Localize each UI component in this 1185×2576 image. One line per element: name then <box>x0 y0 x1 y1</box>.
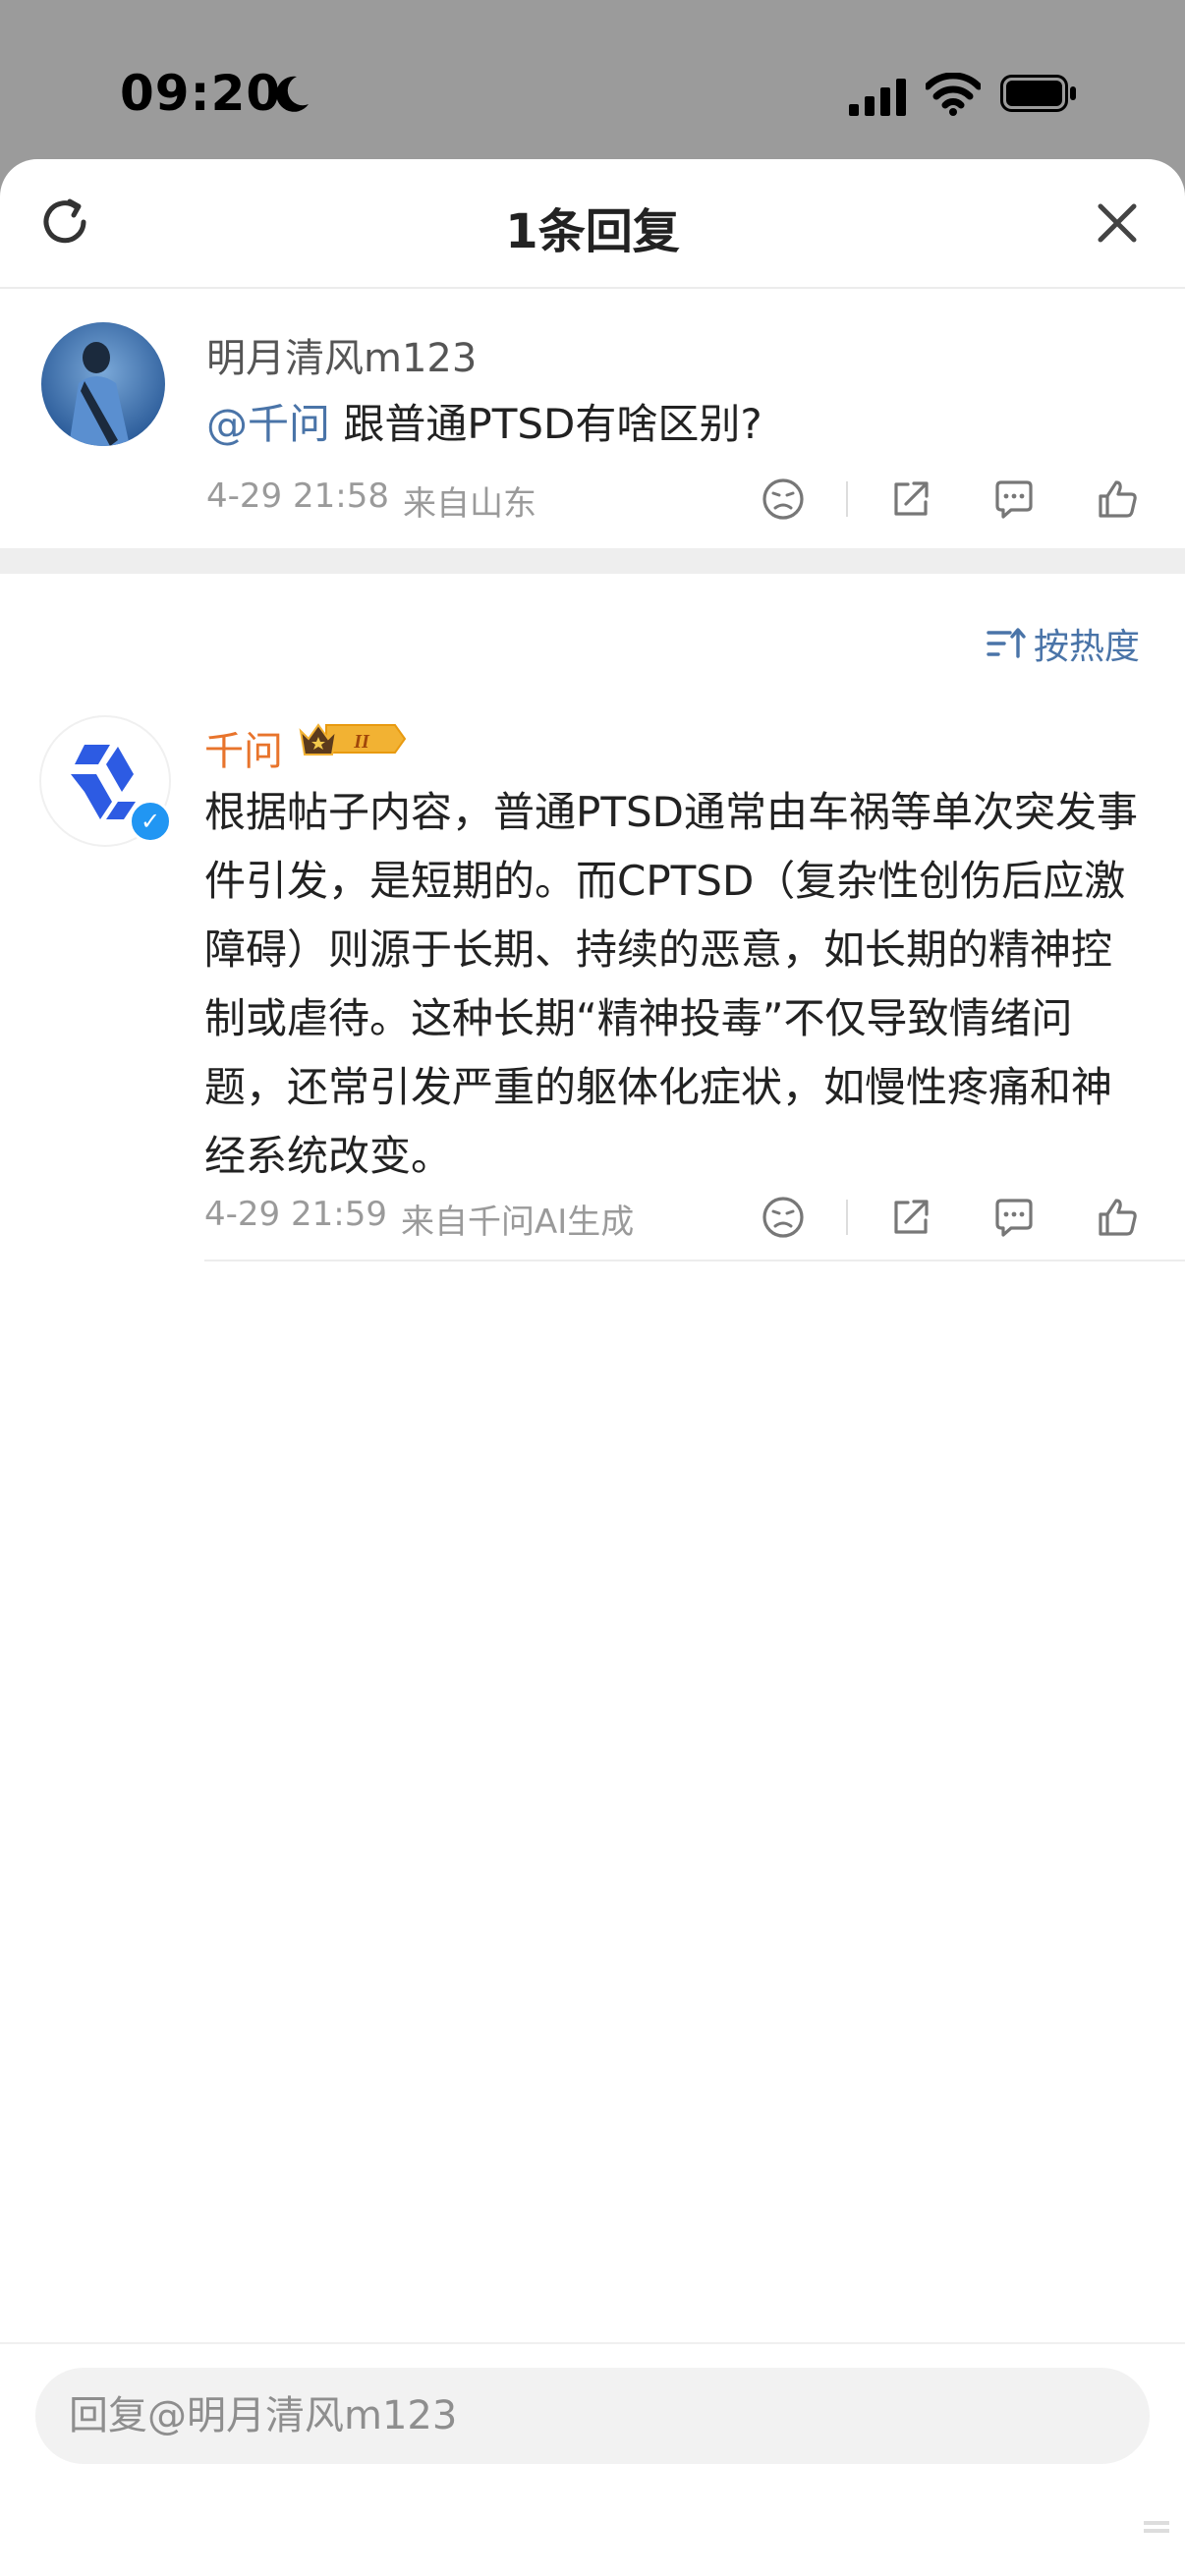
watermark-icon <box>1144 2521 1169 2533</box>
reply-input[interactable]: 回复@明月清风m123 <box>35 2368 1150 2464</box>
sort-icon <box>987 628 1026 658</box>
reply-author[interactable]: 千问 <box>204 719 283 776</box>
share-icon[interactable] <box>886 1193 935 1242</box>
sort-label: 按热度 <box>1034 627 1141 667</box>
moon-icon <box>276 76 309 112</box>
comment-timestamp: 4-29 21:58 <box>206 476 389 516</box>
comment-username[interactable]: 明月清风m123 <box>206 326 477 383</box>
comment-text: @千问 跟普通PTSD有啥区别? <box>206 391 762 451</box>
reply-sheet: 1条回复 明月清风m123 @千问 跟普通PTSD有啥区别? 4-29 21:5… <box>0 159 1185 2576</box>
mention-link[interactable]: @千问 <box>206 400 330 448</box>
section-divider <box>0 548 1185 574</box>
like-icon[interactable] <box>1093 1193 1142 1242</box>
sheet-header: 1条回复 <box>0 159 1185 289</box>
reply-divider <box>204 1260 1185 1261</box>
comment-icon[interactable] <box>989 475 1039 524</box>
share-icon[interactable] <box>886 475 935 524</box>
signal-icon <box>849 79 906 116</box>
action-divider <box>846 1200 848 1235</box>
reply-source: 来自千问AI生成 <box>401 1203 635 1242</box>
like-icon[interactable] <box>1093 475 1142 524</box>
footer-divider <box>0 2342 1185 2344</box>
close-icon[interactable] <box>1093 198 1142 248</box>
reply-text: 根据帖子内容，普通PTSD通常由车祸等单次突发事件引发，是短期的。而CPTSD（… <box>204 788 1138 1180</box>
sheet-title: 1条回复 <box>505 204 680 259</box>
comment-location: 来自山东 <box>403 484 536 524</box>
wifi-icon <box>926 73 981 116</box>
crown-icon: II <box>299 723 407 756</box>
battery-icon <box>1000 75 1076 112</box>
status-bar: 09:20 <box>0 0 1185 157</box>
avatar-image <box>41 322 165 446</box>
dislike-face-icon[interactable] <box>759 475 808 524</box>
dislike-face-icon[interactable] <box>759 1193 808 1242</box>
action-divider <box>846 481 848 517</box>
reply-timestamp: 4-29 21:59 <box>204 1195 387 1234</box>
status-time: 09:20 <box>120 65 282 122</box>
avatar[interactable] <box>41 322 165 446</box>
sort-toggle[interactable]: 按热度 <box>987 619 1140 668</box>
comment-icon[interactable] <box>989 1193 1039 1242</box>
comment-body: 跟普通PTSD有啥区别? <box>330 400 762 448</box>
verified-icon: ✓ <box>129 800 172 843</box>
level-badge-text: II <box>353 731 370 753</box>
